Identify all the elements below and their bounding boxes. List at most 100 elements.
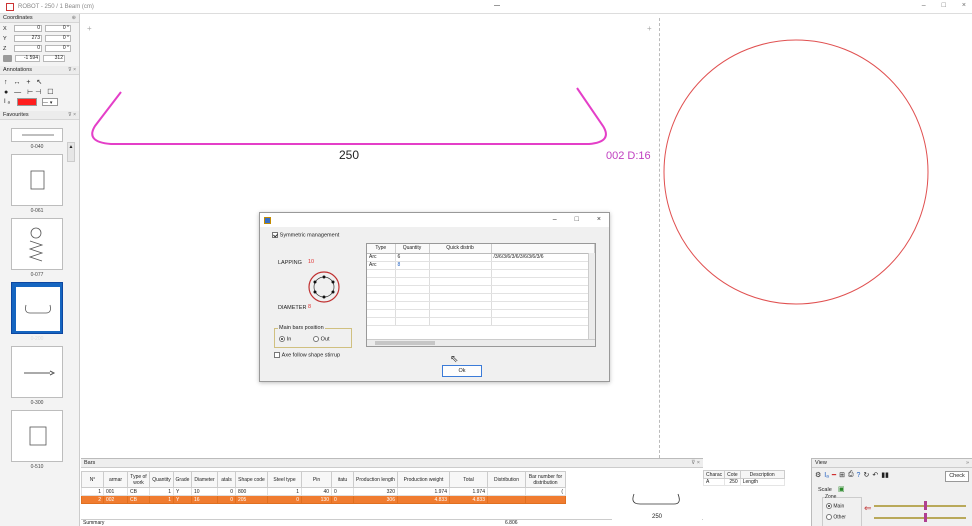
dialog-close-button[interactable]: × xyxy=(597,216,601,223)
check-button[interactable]: Check xyxy=(945,471,969,482)
title-bar: ROBOT - 250 / 1 Beam (cm) – □ × xyxy=(0,0,972,14)
favourite-label: 0-061 xyxy=(30,208,44,214)
maximize-button[interactable]: □ xyxy=(942,2,946,9)
summary-total: 6.806 xyxy=(505,520,518,526)
other-radio-row: Other xyxy=(826,514,846,520)
grid-vertical-scrollbar[interactable] xyxy=(588,253,595,341)
coord-y-input[interactable]: 273 xyxy=(14,35,42,42)
favourite-item[interactable] xyxy=(11,410,63,462)
coord-extra-1[interactable]: -1 594 xyxy=(15,55,40,62)
view-header: View » xyxy=(812,459,972,468)
favourite-item[interactable] xyxy=(11,218,63,270)
coord-y-angle[interactable]: 0 ° xyxy=(45,35,71,42)
print-icon[interactable]: ⎙ xyxy=(848,471,854,479)
out-radio[interactable] xyxy=(313,336,319,342)
symmetric-checkbox[interactable] xyxy=(272,232,278,238)
text-tool-icon[interactable]: Iₐ xyxy=(824,472,829,479)
table-row[interactable]: A 250 Length xyxy=(702,478,785,486)
dimension-label: 250 xyxy=(339,148,360,162)
characteristics-panel: Charac Cote Description A 250 Length xyxy=(702,458,811,526)
measure-icon[interactable] xyxy=(3,55,12,62)
lock-icon[interactable]: ▣ xyxy=(838,485,845,493)
font-icon[interactable]: Iₐ xyxy=(4,98,12,107)
table-row[interactable]: 1 001 CB 1 Y 10 0 800 1 40 0 320 1.974 1… xyxy=(81,487,566,496)
main-radio[interactable] xyxy=(826,503,832,509)
view-panel: View » ⚙ Iₐ ━ ⊞ ⎙ ? ↻ ↶ ▮▮ Check Scale ▣… xyxy=(811,458,972,526)
coord-extra-row: -1 594 312 xyxy=(0,54,79,63)
lapping-dialog: – □ × Symmetric management LAPPING 10 DI… xyxy=(259,212,610,382)
favourite-item[interactable] xyxy=(11,128,63,142)
coord-z-angle[interactable]: 0 ° xyxy=(45,45,71,52)
help-icon[interactable]: ? xyxy=(857,472,861,479)
characteristics-table[interactable]: Charac Cote Description A 250 Length xyxy=(702,470,785,486)
mouse-cursor-icon: ⇖ xyxy=(450,354,459,365)
annotation-tools-row2[interactable]: ● — ⊢⊣ ☐ xyxy=(4,87,75,97)
other-radio[interactable] xyxy=(826,514,832,520)
shape-preview-icon xyxy=(632,493,680,505)
arrow-left-icon[interactable]: ⇐ xyxy=(864,503,872,514)
closed-stirrup-thumbnail-icon xyxy=(16,415,60,459)
close-button[interactable]: × xyxy=(962,2,966,9)
grid-header-quick: Quick distrib xyxy=(429,244,492,254)
pin-thumbnail-icon xyxy=(16,351,60,395)
color-swatch[interactable] xyxy=(16,98,37,106)
zone-slider-track[interactable] xyxy=(874,505,966,507)
dialog-maximize-button[interactable]: □ xyxy=(575,216,579,223)
out-radio-row: Out xyxy=(313,336,330,343)
annotation-tools-row1[interactable]: ↑ ↔ + ↖ xyxy=(4,77,75,87)
settings-icon[interactable]: ⚙ xyxy=(815,471,821,479)
panel-expand-icon[interactable]: » xyxy=(966,460,969,466)
axe-follow-row: Axe follow shape stirrup xyxy=(274,352,340,359)
panel-close-icon[interactable]: ⊽ × xyxy=(68,112,76,118)
grid-row[interactable]: Arc 6 /3/6/3/6/3/6/3/6/3/6/3/6 xyxy=(367,253,595,262)
pin-icon[interactable]: ⊕ xyxy=(72,15,76,21)
undo-icon[interactable]: ↶ xyxy=(872,471,878,479)
in-radio-row: In xyxy=(279,336,291,343)
main-bars-groupbox: Main bars position In Out xyxy=(274,325,352,348)
grid-horizontal-scrollbar[interactable] xyxy=(367,339,595,346)
panel-close-icon[interactable]: ⊽ × xyxy=(68,67,76,73)
shape-thumbnail-icon xyxy=(16,133,60,139)
table-row-selected[interactable]: 2 002 CB 1 Y 16 0 205 0 130 0 306 4.833 … xyxy=(81,495,566,504)
bars-header: Bars ⊽ × xyxy=(81,459,703,468)
line-style-select[interactable]: —▾ xyxy=(41,98,58,106)
favourite-item-selected[interactable] xyxy=(11,282,63,334)
favourite-label: 0-040 xyxy=(30,144,44,150)
favourite-item[interactable] xyxy=(11,154,63,206)
diameter-label: DIAMETER xyxy=(278,305,307,311)
scroll-up-icon[interactable]: ▲ xyxy=(68,144,74,150)
panel-close-icon[interactable]: ⊽ × xyxy=(691,460,700,466)
coord-z-input[interactable]: 0 xyxy=(14,45,42,52)
in-radio[interactable] xyxy=(279,336,285,342)
refresh-icon[interactable]: ↻ xyxy=(863,471,869,479)
favourite-label: 0-300 xyxy=(30,400,44,406)
lapping-section-icon xyxy=(308,271,340,303)
lapping-value: 10 xyxy=(308,259,315,265)
distribution-grid[interactable]: Type Quantity Quick distrib Arc 6 /3/6/3… xyxy=(366,243,596,347)
coord-x-input[interactable]: 0 xyxy=(14,25,42,32)
bars-panel: Bars ⊽ × N° armar Type of work Quantity … xyxy=(81,458,703,526)
zone-slider-handle-2[interactable] xyxy=(924,513,927,522)
bars-table[interactable]: N° armar Type of work Quantity Grade Dia… xyxy=(81,471,566,504)
grid-row[interactable]: Arc 8 xyxy=(367,261,595,270)
coord-x-angle[interactable]: 0 ° xyxy=(45,25,71,32)
coord-z-row: Z 0 0 ° xyxy=(3,45,71,52)
grid-header-type: Type xyxy=(367,244,396,254)
dialog-minimize-button[interactable]: – xyxy=(553,216,557,223)
chart-icon[interactable]: ▮▮ xyxy=(881,471,889,479)
diameter-value: 8 xyxy=(308,304,312,310)
zone-groupbox: Zone Main Other xyxy=(822,494,862,526)
section-circle xyxy=(663,39,929,305)
zone-slider-handle[interactable] xyxy=(924,501,927,510)
grid-scroll-thumb[interactable] xyxy=(375,341,435,345)
zone-slider-track-2[interactable] xyxy=(874,517,966,519)
minimize-button[interactable]: – xyxy=(922,2,926,9)
axe-follow-checkbox[interactable] xyxy=(274,352,280,358)
ok-button[interactable]: Ok xyxy=(442,365,482,377)
grid-icon[interactable]: ⊞ xyxy=(839,471,845,479)
line-tool-icon[interactable]: ━ xyxy=(832,471,836,479)
annotations-header: Annotations ⊽ × xyxy=(0,66,79,75)
coord-extra-2[interactable]: 312 xyxy=(43,55,65,62)
favourites-scrollbar[interactable]: ▲ xyxy=(67,142,75,162)
favourite-item[interactable] xyxy=(11,346,63,398)
